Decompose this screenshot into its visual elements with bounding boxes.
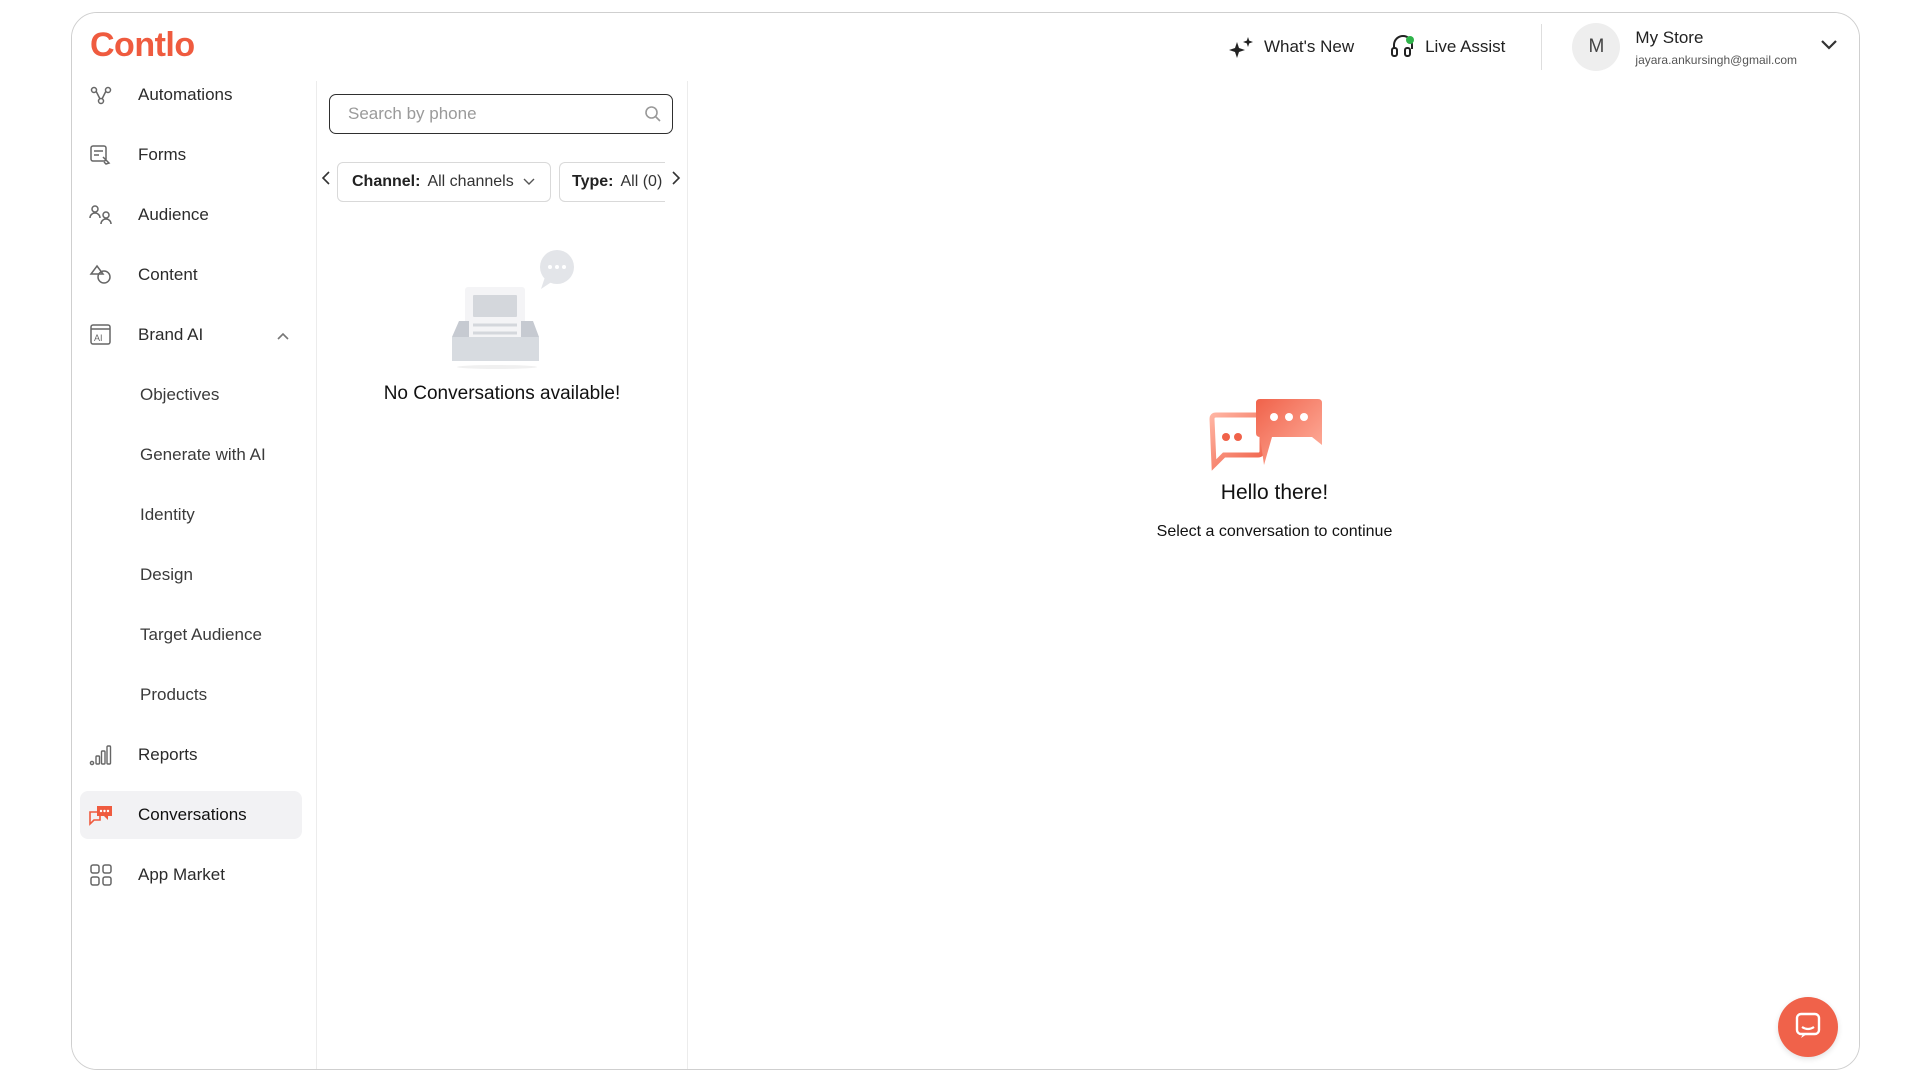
type-filter-label: Type: <box>572 173 614 190</box>
header-divider <box>1541 24 1543 70</box>
chevron-left-icon[interactable] <box>321 171 331 190</box>
conversations-icon <box>88 802 114 828</box>
whats-new-label: What's New <box>1263 37 1355 56</box>
store-info[interactable]: My Store jayara.ankursingh@gmail.com <box>1635 28 1797 67</box>
sidebar-item-label: Reports <box>138 745 198 764</box>
sidebar-item-conversations[interactable]: Conversations <box>80 791 302 839</box>
search-input[interactable] <box>346 95 640 133</box>
channel-filter-label: Channel: <box>352 173 421 190</box>
contlo-logo[interactable]: Contlo <box>90 26 195 65</box>
whats-new-button[interactable]: What's New <box>1228 36 1355 58</box>
select-conversation-text: Select a conversation to continue <box>1156 523 1393 540</box>
sidebar-item-automations[interactable]: Automations <box>80 71 302 119</box>
sidebar-item-label: Design <box>140 565 193 584</box>
conversation-list-panel: Channel: All channels Type: All (0) <box>317 81 688 1069</box>
sidebar-item-target-audience[interactable]: Target Audience <box>80 611 302 659</box>
account-menu-button[interactable] <box>1807 25 1851 69</box>
sidebar-item-label: Target Audience <box>140 625 262 644</box>
sidebar-item-label: Objectives <box>140 385 220 404</box>
chevron-right-icon[interactable] <box>671 171 681 190</box>
forms-icon <box>88 142 114 168</box>
sparkle-icon <box>1228 36 1255 58</box>
search-icon[interactable] <box>644 105 662 128</box>
sidebar-item-label: Automations <box>138 85 233 104</box>
automations-icon <box>88 82 114 108</box>
chat-support-button[interactable] <box>1778 997 1838 1057</box>
sidebar-item-audience[interactable]: Audience <box>80 191 302 239</box>
chevron-down-icon <box>1820 38 1838 56</box>
content-icon <box>88 262 114 288</box>
store-email: jayara.ankursingh@gmail.com <box>1635 52 1797 67</box>
sidebar-item-label: Forms <box>138 145 187 164</box>
filter-bar: Channel: All channels Type: All (0) <box>317 159 687 203</box>
channel-filter-dropdown[interactable]: Channel: All channels <box>337 162 551 202</box>
empty-conversations-text: No Conversations available! <box>383 383 621 404</box>
sidebar-item-label: Conversations <box>138 805 247 824</box>
sidebar-item-app-market[interactable]: App Market <box>80 851 302 899</box>
avatar[interactable]: M <box>1572 23 1621 71</box>
sidebar-item-brand-ai[interactable]: AI Brand AI <box>80 311 302 359</box>
svg-text:AI: AI <box>94 333 103 343</box>
app-window: Contlo What's New Live Assist M My Store… <box>71 12 1860 1070</box>
channel-filter-value: All channels <box>427 173 514 190</box>
audience-icon <box>88 202 114 228</box>
sidebar-item-design[interactable]: Design <box>80 551 302 599</box>
chat-icon <box>1794 1011 1822 1044</box>
sidebar-item-forms[interactable]: Forms <box>80 131 302 179</box>
live-assist-button[interactable]: Live Assist <box>1390 34 1505 60</box>
brand-ai-icon: AI <box>88 322 114 348</box>
store-name: My Store <box>1635 27 1704 47</box>
sidebar-item-label: Brand AI <box>138 325 204 344</box>
sidebar-item-label: Content <box>138 265 198 284</box>
sidebar-item-label: Audience <box>138 205 209 224</box>
top-actions: What's New Live Assist M My Store jayara… <box>1228 13 1859 81</box>
top-bar: Contlo What's New Live Assist M My Store… <box>72 13 1859 82</box>
chevron-down-icon <box>523 173 535 191</box>
search-box <box>329 94 673 134</box>
sidebar-item-objectives[interactable]: Objectives <box>80 371 302 419</box>
sidebar-item-products[interactable]: Products <box>80 671 302 719</box>
greeting-heading: Hello there! <box>1220 481 1329 504</box>
sidebar-item-generate-with-ai[interactable]: Generate with AI <box>80 431 302 479</box>
sidebar-item-identity[interactable]: Identity <box>80 491 302 539</box>
sidebar-item-label: Generate with AI <box>140 445 266 464</box>
sidebar-item-content[interactable]: Content <box>80 251 302 299</box>
sidebar-item-label: Products <box>140 685 208 704</box>
reports-icon <box>88 742 114 768</box>
chat-bubbles-icon <box>1208 399 1324 484</box>
sidebar-item-reports[interactable]: Reports <box>80 731 302 779</box>
conversation-detail-panel: Hello there! Select a conversation to co… <box>688 81 1859 1069</box>
chevron-up-icon[interactable] <box>276 328 290 346</box>
sidebar-item-label: App Market <box>138 865 225 884</box>
headset-icon <box>1390 34 1416 60</box>
type-filter-value: All (0) <box>620 173 663 190</box>
type-filter-dropdown[interactable]: Type: All (0) <box>559 162 665 202</box>
sidebar-item-label: Identity <box>140 505 195 524</box>
app-market-icon <box>88 862 114 888</box>
live-assist-label: Live Assist <box>1425 37 1506 56</box>
empty-inbox-illustration <box>447 249 577 374</box>
sidebar: Automations Forms Audience Content AI Br… <box>72 81 317 1069</box>
